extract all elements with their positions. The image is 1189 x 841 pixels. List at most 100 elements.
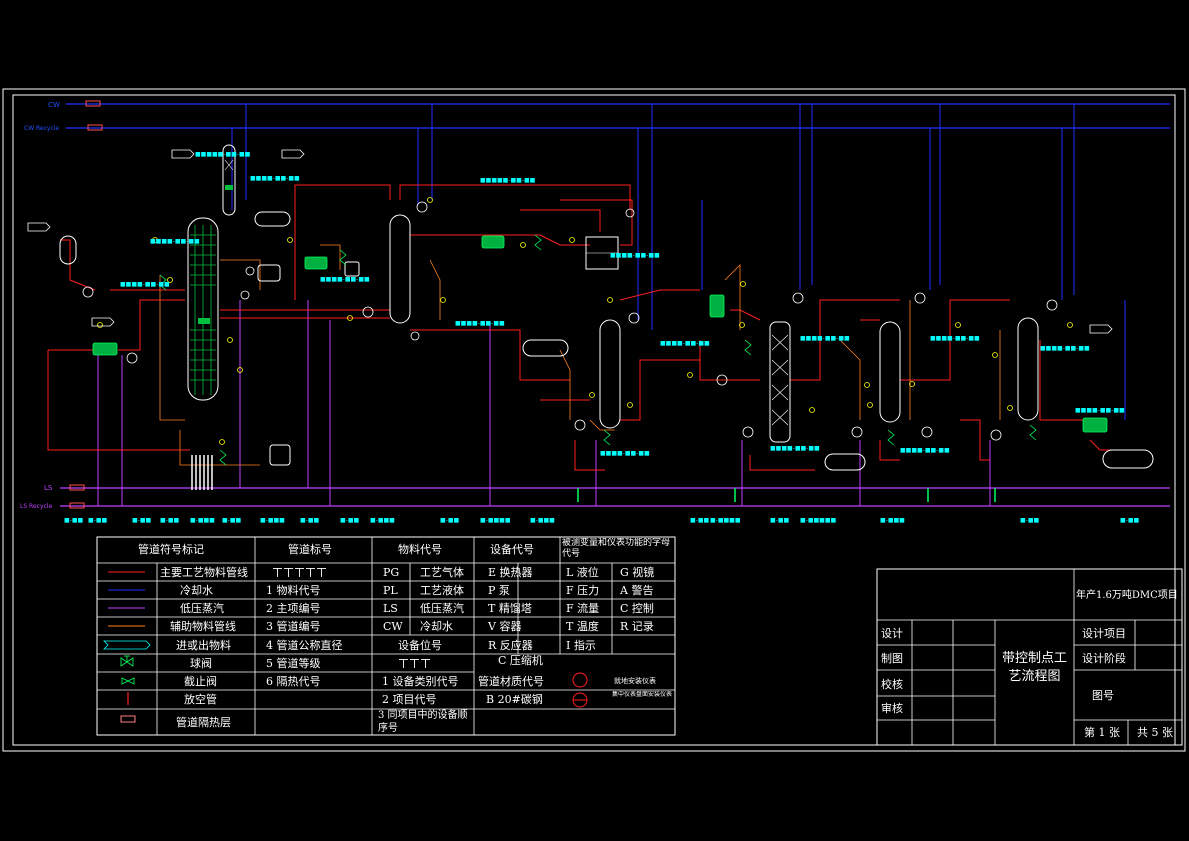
legend-symbol-label: 进或出物料 (176, 638, 231, 652)
function-code: C 控制 (620, 601, 654, 615)
equipment-code: V 容器 (487, 619, 521, 633)
legend-header-variables: 被测变量和仪表功能的字母代号 (562, 538, 671, 559)
svg-text:■■■■-■■-■■: ■■■■-■■-■■ (930, 335, 980, 342)
cw-label: CW (48, 101, 60, 109)
pipe-material-value: B 20#碳钢 (486, 692, 543, 706)
legend-symbol-label: 辅助物料管线 (170, 619, 236, 633)
cooling-water-lines (231, 104, 1126, 420)
svg-text:■■■■-■■-■■: ■■■■-■■-■■ (1075, 407, 1125, 414)
pipe-code-item: 2 主项编号 (266, 601, 321, 615)
utility-headers: CW CW Recycle LS LS Recycle (20, 100, 1170, 510)
local-instrument-icon (572, 672, 588, 688)
svg-text:■-■■: ■-■■ (440, 517, 460, 524)
legend-symbol-label: 冷却水 (180, 584, 213, 597)
variable-code: I 指示 (566, 638, 596, 652)
material-name: 冷却水 (420, 620, 453, 633)
svg-text:■■■■-■■-■■: ■■■■-■■-■■ (660, 340, 710, 347)
cw-recycle-label: CW Recycle (24, 125, 59, 132)
svg-text:■-■■: ■-■■ (690, 517, 710, 524)
role-label: 设计 (881, 627, 903, 640)
equip-pos-sample: ㄒㄒㄒ (398, 657, 431, 670)
material-name: 工艺液体 (420, 583, 464, 597)
title-block: 年产1.6万吨DMC项目 设计 制图 校核 审核 带控制点工艺流程图 设计项目 … (876, 568, 1183, 746)
legend-header-materials: 物料代号 (398, 542, 442, 556)
svg-text:■■■■-■■-■■: ■■■■-■■-■■ (320, 276, 370, 283)
legend-symbol-label: 低压蒸汽 (180, 601, 224, 615)
steam-lines (97, 300, 991, 506)
legend-symbol-label: 放空管 (184, 692, 217, 706)
arrow-box-icon (103, 640, 151, 650)
svg-text:■■■■-■■-■■: ■■■■-■■-■■ (900, 447, 950, 454)
auxiliary-lines (159, 244, 1001, 466)
field-label: 图号 (1092, 689, 1114, 702)
svg-text:■■■■-■■-■■: ■■■■-■■-■■ (150, 238, 200, 245)
variable-code: L 液位 (566, 565, 599, 579)
equip-pos-item-wrap: 3 同项目中的设备顺序号 (378, 710, 468, 734)
svg-text:■■■■-■■-■■: ■■■■-■■-■■ (1040, 345, 1090, 352)
column-t101 (389, 214, 411, 324)
variable-code: F 压力 (566, 584, 599, 597)
svg-text:■■■■-■■-■■: ■■■■-■■-■■ (455, 320, 505, 327)
reactor-r101 (187, 217, 219, 401)
equip-pos-item: 3 同项目中的设备顺序号 (378, 710, 468, 734)
svg-text:■-■■: ■-■■ (160, 517, 180, 524)
instruments (97, 197, 1073, 445)
legend-header-pipe-code: 管道标号 (288, 542, 332, 556)
pipe-code-item: 3 管道编号 (266, 619, 321, 633)
function-code: G 视镜 (620, 565, 654, 579)
material-code: LS (383, 602, 398, 615)
function-code: R 记录 (620, 620, 654, 633)
project-name: 年产1.6万吨DMC项目 (1076, 588, 1178, 601)
sheet-number: 第 1 张 (1084, 725, 1120, 739)
svg-text:■-■■: ■-■■ (88, 517, 108, 524)
drawing-title-wrap: 带控制点工艺流程图 (1001, 651, 1067, 684)
ls-recycle-label: LS Recycle (20, 503, 52, 510)
stream-tag-row: ■-■■ ■-■■ ■-■■ ■-■■ ■-■■■ ■-■■ ■-■■■ ■-■■ ■-… (64, 517, 1140, 524)
legend-symbol-label: 主要工艺物料管线 (160, 565, 248, 579)
svg-text:■■■■■-■■-■■: ■■■■■-■■-■■ (195, 151, 251, 158)
svg-text:■-■■■: ■-■■■ (370, 517, 395, 524)
field-label: 设计阶段 (1082, 651, 1126, 665)
equipment-code: C 压缩机 (498, 653, 543, 667)
pipe-code-item: 4 管道公称直径 (266, 638, 343, 652)
ball-valve-icon (120, 655, 134, 667)
globe-valve-icon (121, 677, 135, 685)
legend-header-variables-wrap: 被测变量和仪表功能的字母代号 (562, 538, 671, 559)
legend-header-symbols: 管道符号标记 (138, 542, 204, 556)
process-flow-diagram: CW CW Recycle LS LS Recycle ■■■■■-■■-■■ … (2, 88, 1186, 752)
legend-symbol-label: 管道隔热层 (176, 715, 231, 729)
pipe-material-title: 管道材质代号 (478, 674, 544, 688)
svg-text:■-■■■: ■-■■■ (190, 517, 215, 524)
variable-code: F 流量 (566, 601, 599, 615)
svg-text:■-■■: ■-■■ (300, 517, 320, 524)
material-name: 低压蒸汽 (420, 601, 464, 615)
role-label: 校核 (881, 677, 903, 691)
svg-text:■■■■-■■-■■: ■■■■-■■-■■ (770, 445, 820, 452)
svg-text:■-■■: ■-■■ (1120, 517, 1140, 524)
svg-text:■■■■■-■■-■■: ■■■■■-■■-■■ (480, 177, 536, 184)
variable-code: T 温度 (566, 619, 599, 633)
function-code: A 警告 (619, 583, 653, 597)
panel-instrument-label: 集中仪表盘面安装仪表 (612, 691, 673, 698)
equipment-code: R 反应器 (488, 638, 533, 652)
svg-text:■-■■: ■-■■ (340, 517, 360, 524)
horizontal-vessels (59, 211, 1154, 471)
material-code: PG (383, 566, 399, 579)
svg-text:■■■■-■■-■■: ■■■■-■■-■■ (800, 335, 850, 342)
pipe-code-item: 5 管道等级 (266, 656, 321, 670)
drain-marks (577, 488, 996, 502)
insulation-icon (120, 715, 136, 723)
drawing-title: 带控制点工艺流程图 (1001, 651, 1067, 684)
svg-text:■-■■■■: ■-■■■■ (480, 517, 511, 524)
legend-symbol-label: 截止阀 (184, 674, 217, 688)
local-instrument-label: 就地安装仪表 (614, 676, 656, 685)
column-t104 (879, 321, 901, 423)
svg-text:■-■■■: ■-■■■ (880, 517, 905, 524)
panel-instrument-wrap: 集中仪表盘面安装仪表 (612, 691, 673, 698)
material-name: 工艺气体 (420, 565, 464, 579)
equip-pos-item: 2 项目代号 (382, 693, 437, 706)
pipe-code-sample: ㄒㄒㄒㄒㄒ (272, 566, 327, 579)
air-cooler-bank (191, 455, 213, 490)
material-code: CW (383, 620, 403, 633)
legend-table: 管道符号标记 管道标号 物料代号 设备代号 被测变量和仪表功能的字母代号 主要工… (96, 536, 676, 736)
